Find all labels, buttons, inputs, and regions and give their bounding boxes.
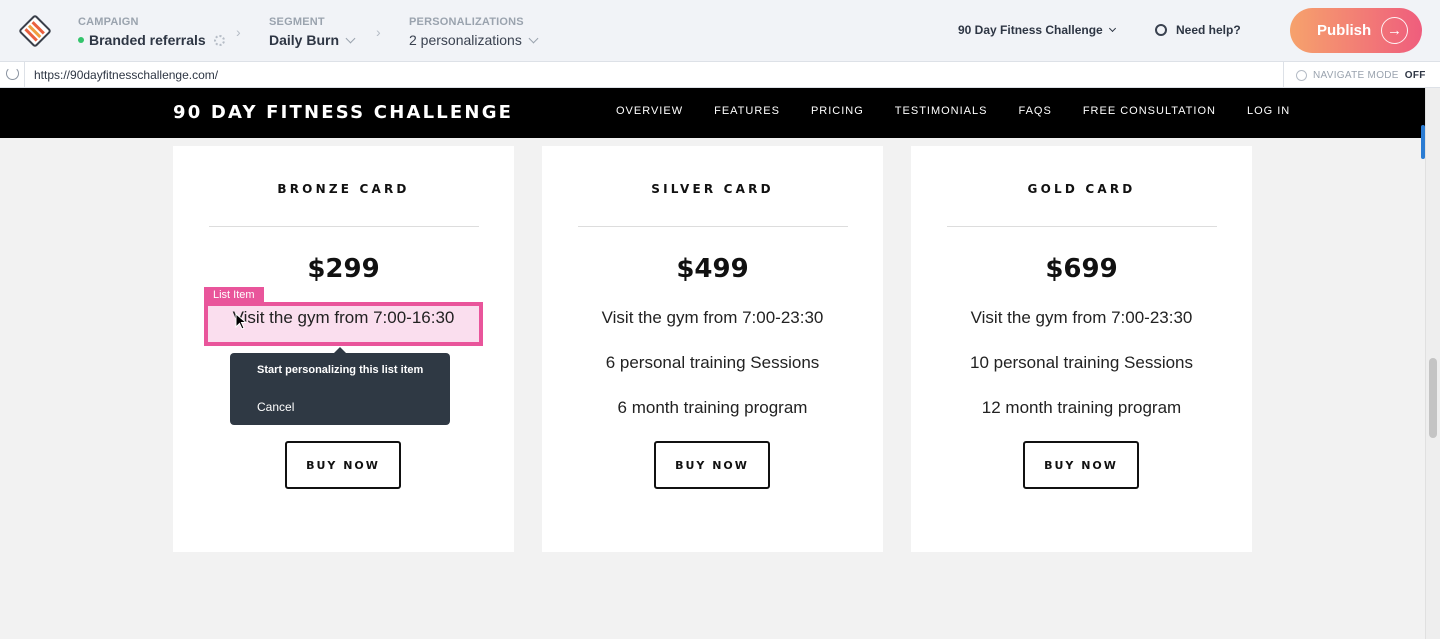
campaign-selector[interactable]: CAMPAIGN Branded referrals — [78, 15, 225, 49]
pricing-card-silver: SILVER CARD $499 Visit the gym from 7:00… — [542, 146, 883, 552]
list-item[interactable]: 6 month training program — [542, 398, 883, 418]
menu-item-free-consultation[interactable]: FREE CONSULTATION — [1083, 105, 1216, 117]
segment-name: Daily Burn — [269, 32, 340, 48]
menu-item-overview[interactable]: OVERVIEW — [616, 105, 683, 117]
menu-item-pricing[interactable]: PRICING — [811, 105, 864, 117]
url-input[interactable]: https://90dayfitnesschallenge.com/ — [34, 68, 218, 82]
status-dot-icon — [78, 37, 84, 43]
help-label: Need help? — [1176, 23, 1241, 37]
scrollbar-thumb[interactable] — [1429, 358, 1437, 438]
url-bar: https://90dayfitnesschallenge.com/ NAVIG… — [0, 62, 1440, 88]
buy-now-button[interactable]: BUY NOW — [285, 441, 401, 489]
menu-item-features[interactable]: FEATURES — [714, 105, 780, 117]
publish-button[interactable]: Publish → — [1290, 8, 1422, 53]
list-item[interactable]: 10 personal training Sessions — [911, 353, 1252, 373]
site-selector-label: 90 Day Fitness Challenge — [958, 23, 1103, 37]
divider — [578, 226, 848, 227]
app-logo-icon[interactable] — [17, 13, 53, 49]
scrollbar[interactable] — [1421, 88, 1440, 639]
card-price: $499 — [676, 254, 749, 284]
divider — [209, 226, 479, 227]
pricing-card-gold: GOLD CARD $699 Visit the gym from 7:00-2… — [911, 146, 1252, 552]
campaign-name: Branded referrals — [89, 32, 206, 48]
navigate-mode-state: OFF — [1404, 69, 1426, 81]
selection-tag: List Item — [204, 287, 264, 303]
personalizations-selector[interactable]: PERSONALIZATIONS 2 personalizations — [409, 15, 539, 49]
segment-selector[interactable]: SEGMENT Daily Burn — [269, 15, 356, 49]
card-title: SILVER CARD — [651, 182, 774, 196]
card-price: $699 — [1045, 254, 1118, 284]
site-brand[interactable]: 90 DAY FITNESS CHALLENGE — [173, 102, 513, 123]
refresh-icon[interactable] — [6, 67, 19, 80]
crosshair-icon — [1296, 69, 1307, 81]
element-context-menu: Start personalizing this list item Cance… — [230, 347, 450, 425]
chevron-down-icon — [1108, 24, 1116, 33]
list-item[interactable]: 6 personal training Sessions — [542, 353, 883, 373]
start-personalizing-option[interactable]: Start personalizing this list item — [257, 364, 423, 376]
buy-now-button[interactable]: BUY NOW — [1023, 441, 1139, 489]
divider — [24, 62, 25, 88]
segment-label: SEGMENT — [269, 16, 325, 28]
site-selector[interactable]: 90 Day Fitness Challenge — [958, 23, 1116, 37]
buy-now-button[interactable]: BUY NOW — [654, 441, 770, 489]
settings-gear-icon[interactable] — [213, 34, 225, 46]
scroll-marker — [1421, 125, 1425, 159]
card-title: BRONZE CARD — [277, 182, 410, 196]
app-header: CAMPAIGN Branded referrals › SEGMENT Dai… — [0, 0, 1440, 62]
campaign-label: CAMPAIGN — [78, 16, 139, 28]
site-navbar: 90 DAY FITNESS CHALLENGE OVERVIEW FEATUR… — [0, 88, 1425, 138]
publish-label: Publish — [1317, 22, 1372, 39]
help-link[interactable]: Need help? — [1155, 23, 1241, 37]
navigate-mode-label: NAVIGATE MODE — [1313, 69, 1399, 81]
personalizations-count: 2 personalizations — [409, 32, 522, 48]
list-item[interactable]: 12 month training program — [911, 398, 1252, 418]
card-title: GOLD CARD — [1027, 182, 1136, 196]
navigate-mode-toggle[interactable]: NAVIGATE MODE OFF — [1283, 62, 1440, 88]
site-preview: 90 DAY FITNESS CHALLENGE OVERVIEW FEATUR… — [0, 88, 1425, 639]
list-item[interactable]: Visit the gym from 7:00-23:30 — [542, 308, 883, 328]
menu-item-log-in[interactable]: LOG IN — [1247, 105, 1290, 117]
card-price: $299 — [307, 254, 380, 284]
chevron-down-icon — [345, 33, 356, 43]
lifebuoy-icon — [1155, 24, 1167, 36]
site-menu: OVERVIEW FEATURES PRICING TESTIMONIALS F… — [616, 105, 1321, 117]
mouse-cursor-icon — [235, 313, 247, 330]
menu-item-testimonials[interactable]: TESTIMONIALS — [895, 105, 988, 117]
breadcrumb-chevron-icon: › — [376, 24, 381, 40]
arrow-right-icon: → — [1381, 17, 1408, 44]
breadcrumb-chevron-icon: › — [236, 24, 241, 40]
chevron-down-icon — [528, 33, 539, 43]
list-item[interactable]: Visit the gym from 7:00-23:30 — [911, 308, 1252, 328]
personalizations-label: PERSONALIZATIONS — [409, 16, 524, 28]
divider — [947, 226, 1217, 227]
menu-item-faqs[interactable]: FAQS — [1018, 105, 1051, 117]
cancel-option[interactable]: Cancel — [257, 400, 294, 414]
